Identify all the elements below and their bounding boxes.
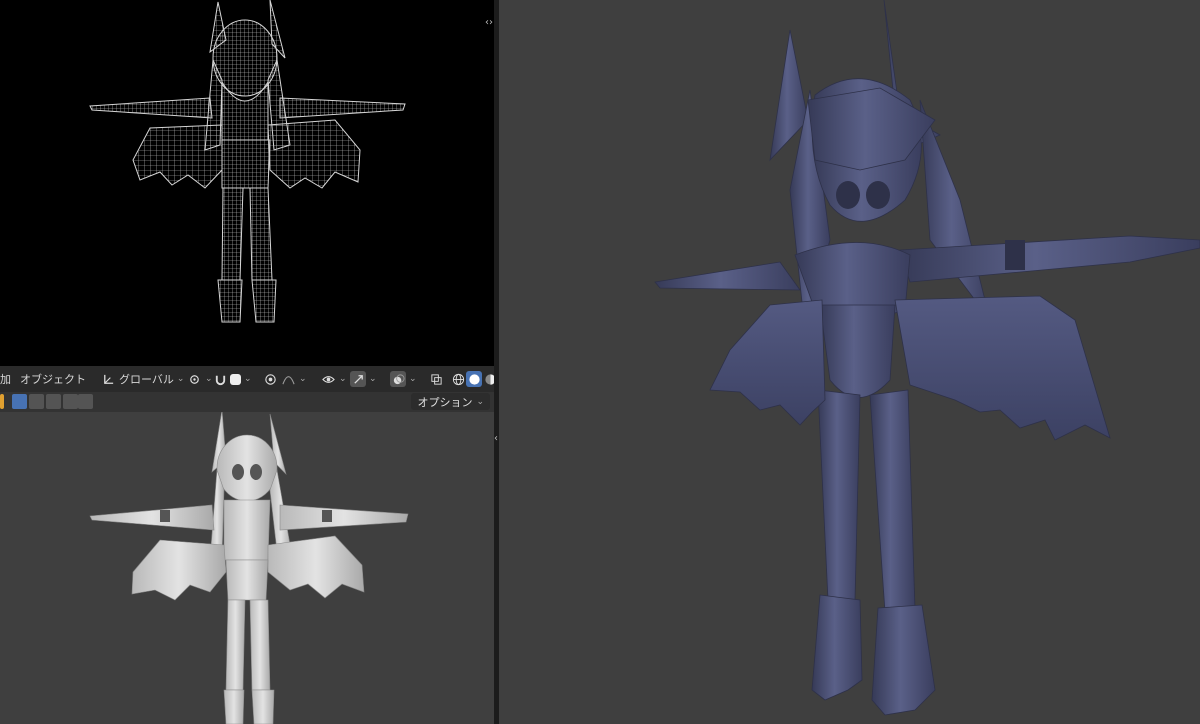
chevron-down-icon: ⌄ [299, 374, 307, 384]
snap-target-icon [230, 373, 241, 385]
pivot-point-dropdown[interactable]: ⌄ [186, 370, 213, 388]
falloff-curve-icon [280, 371, 296, 387]
xray-icon [428, 371, 444, 387]
axis-orientation-icon [100, 371, 116, 387]
falloff-dropdown[interactable]: ⌄ [280, 370, 307, 388]
wireframe-shading-icon [450, 371, 466, 387]
solid-model [89, 412, 409, 724]
selection-mode-row: オプション ⌄ [0, 392, 494, 412]
rendered-model [654, 0, 1200, 716]
chevron-down-icon: ⌄ [369, 374, 377, 384]
proportional-edit-toggle[interactable] [262, 370, 278, 388]
chevron-down-icon: ⌄ [339, 374, 347, 384]
overlay-dropdown[interactable]: ⌄ [390, 370, 417, 388]
options-dropdown[interactable]: オプション ⌄ [411, 393, 490, 410]
overlay-icon [390, 371, 406, 387]
object-menu[interactable]: オブジェクト [20, 370, 86, 388]
tool-indicator [0, 394, 4, 409]
pivot-point-icon [186, 371, 202, 387]
select-mode-new[interactable] [12, 394, 27, 409]
shading-wireframe-button[interactable] [450, 370, 466, 388]
wireframe-model [89, 0, 406, 323]
shading-material-button[interactable] [482, 370, 494, 388]
wireframe-viewport[interactable]: ‹› [0, 0, 494, 366]
snap-target-dropdown[interactable]: ⌄ [230, 370, 252, 388]
gizmo-icon [350, 371, 366, 387]
chevron-down-icon: ⌄ [244, 374, 252, 384]
shading-solid-button[interactable] [466, 370, 482, 388]
proportional-edit-icon [262, 371, 278, 387]
select-mode-extend[interactable] [29, 394, 44, 409]
snap-toggle[interactable] [212, 370, 228, 388]
eye-visibility-icon [320, 371, 336, 387]
chevron-down-icon: ⌄ [476, 396, 484, 407]
snap-magnet-icon [212, 371, 228, 387]
chevron-down-icon: ⌄ [409, 374, 417, 384]
solid-viewport[interactable] [0, 412, 494, 724]
material-shading-icon [482, 371, 494, 387]
add-menu[interactable]: 加 [0, 370, 11, 388]
viewport-header: 加 オブジェクト グローバル ⌄ ⌄ ⌄ ⌄ ⌄ ⌄ ⌄ [0, 366, 494, 393]
visibility-dropdown[interactable]: ⌄ [320, 370, 347, 388]
rendered-viewport[interactable] [499, 0, 1200, 724]
collapse-arrows-icon[interactable]: ‹› [484, 16, 494, 30]
gizmo-dropdown[interactable]: ⌄ [350, 370, 377, 388]
select-mode-subtract[interactable] [46, 394, 61, 409]
select-mode-intersect[interactable] [78, 394, 93, 409]
solid-shading-icon [466, 371, 482, 387]
transform-orientation-dropdown[interactable]: グローバル ⌄ [100, 370, 184, 388]
xray-toggle[interactable] [428, 370, 444, 388]
chevron-down-icon: ⌄ [176, 374, 185, 384]
select-mode-invert[interactable] [63, 394, 78, 409]
